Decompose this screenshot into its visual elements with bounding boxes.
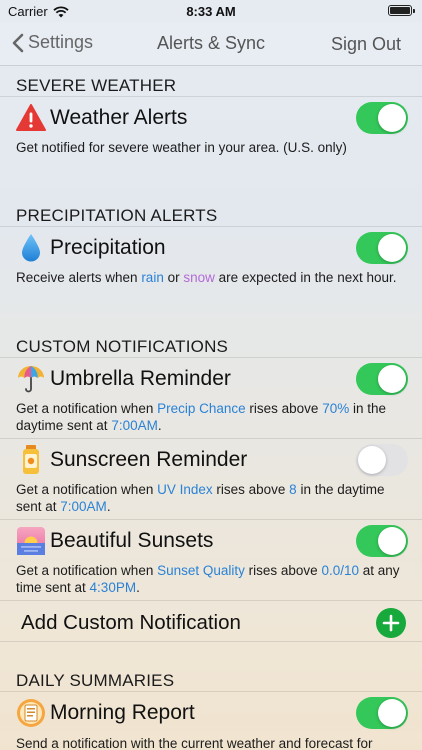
rain-link: rain bbox=[141, 270, 164, 285]
section-header-severe-weather: SEVERE WEATHER bbox=[16, 76, 177, 95]
sunsets-time[interactable]: 4:30PM bbox=[90, 580, 137, 595]
add-custom-notification-row[interactable]: Add Custom Notification bbox=[0, 600, 422, 642]
sunscreen-threshold[interactable]: 8 bbox=[289, 482, 297, 497]
plus-icon[interactable] bbox=[376, 608, 406, 638]
weather-alerts-row: Weather Alerts Get notified for severe w… bbox=[0, 96, 422, 178]
weather-alerts-description: Get notified for severe weather in your … bbox=[16, 140, 347, 155]
section-header-precipitation: PRECIPITATION ALERTS bbox=[16, 206, 218, 225]
status-bar: Carrier 8:33 AM bbox=[0, 0, 422, 22]
beautiful-sunsets-description: Get a notification when Sunset Quality r… bbox=[16, 563, 400, 595]
umbrella-reminder-title: Umbrella Reminder bbox=[50, 367, 231, 390]
weather-alerts-title: Weather Alerts bbox=[50, 106, 188, 129]
precipitation-row: Precipitation Receive alerts when rain o… bbox=[0, 226, 422, 308]
umbrella-reminder-toggle[interactable] bbox=[356, 363, 408, 395]
umbrella-reminder-description: Get a notification when Precip Chance ri… bbox=[16, 401, 387, 433]
umbrella-reminder-row[interactable]: Umbrella Reminder Get a notification whe… bbox=[0, 357, 422, 439]
report-icon bbox=[16, 698, 46, 728]
sunsets-threshold[interactable]: 0.0/10 bbox=[321, 563, 359, 578]
precipitation-title: Precipitation bbox=[50, 236, 166, 259]
umbrella-metric[interactable]: Precip Chance bbox=[157, 401, 246, 416]
umbrella-time[interactable]: 7:00AM bbox=[111, 418, 158, 433]
beautiful-sunsets-row[interactable]: Beautiful Sunsets Get a notification whe… bbox=[0, 519, 422, 601]
sunscreen-reminder-description: Get a notification when UV Index rises a… bbox=[16, 482, 385, 514]
sunscreen-metric[interactable]: UV Index bbox=[157, 482, 213, 497]
beautiful-sunsets-toggle[interactable] bbox=[356, 525, 408, 557]
warning-icon bbox=[16, 103, 46, 133]
beautiful-sunsets-title: Beautiful Sunsets bbox=[50, 529, 214, 552]
add-custom-notification-label: Add Custom Notification bbox=[21, 611, 241, 634]
precipitation-toggle[interactable] bbox=[356, 232, 408, 264]
battery-icon bbox=[388, 5, 415, 16]
sunscreen-time[interactable]: 7:00AM bbox=[60, 499, 107, 514]
umbrella-icon bbox=[16, 364, 46, 394]
raindrop-icon bbox=[16, 233, 46, 263]
sunset-icon bbox=[16, 526, 46, 556]
section-header-custom-notifications: CUSTOM NOTIFICATIONS bbox=[16, 337, 229, 356]
sign-out-button[interactable]: Sign Out bbox=[331, 34, 401, 55]
section-header-daily-summaries: DAILY SUMMARIES bbox=[16, 671, 175, 690]
weather-alerts-toggle[interactable] bbox=[356, 102, 408, 134]
morning-report-toggle[interactable] bbox=[356, 697, 408, 729]
navigation-bar: Settings Alerts & Sync Sign Out bbox=[0, 22, 422, 66]
sunscreen-icon bbox=[16, 445, 46, 475]
precipitation-description: Receive alerts when rain or snow are exp… bbox=[16, 270, 397, 285]
sunscreen-reminder-row[interactable]: Sunscreen Reminder Get a notification wh… bbox=[0, 438, 422, 520]
sunscreen-reminder-toggle[interactable] bbox=[356, 444, 408, 476]
umbrella-threshold[interactable]: 70% bbox=[322, 401, 349, 416]
sunscreen-reminder-title: Sunscreen Reminder bbox=[50, 448, 248, 471]
snow-link: snow bbox=[183, 270, 215, 285]
status-time: 8:33 AM bbox=[186, 4, 236, 19]
morning-report-description: Send a notification with the current wea… bbox=[16, 736, 373, 750]
morning-report-title: Morning Report bbox=[50, 701, 195, 724]
morning-report-row[interactable]: Morning Report Send a notification with … bbox=[0, 691, 422, 750]
sunsets-metric[interactable]: Sunset Quality bbox=[157, 563, 245, 578]
